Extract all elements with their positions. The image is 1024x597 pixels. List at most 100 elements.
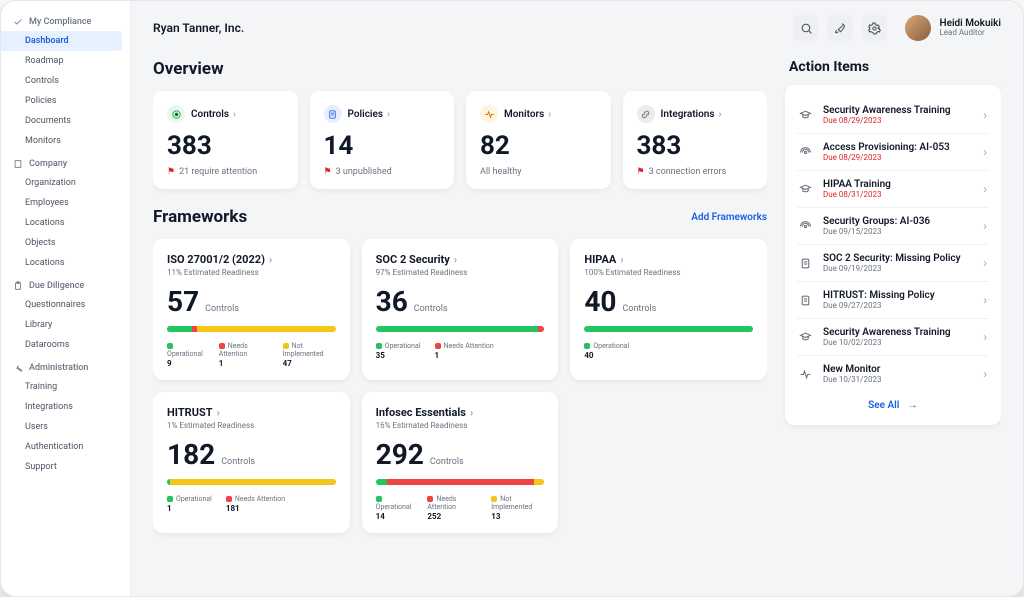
policy-icon: [799, 294, 815, 307]
policy-icon: [799, 257, 815, 270]
chevron-right-icon: ›: [269, 253, 272, 266]
sidebar-item-library[interactable]: Library: [1, 315, 130, 335]
action-item[interactable]: HIPAA Training Due 08/31/2023 ›: [797, 171, 989, 208]
readiness-legend: Operational14Needs Attention252Not Imple…: [376, 495, 545, 521]
flag-icon: ⚑: [167, 167, 175, 177]
chevron-right-icon: ›: [983, 108, 987, 122]
check-icon: [13, 17, 23, 27]
search-button[interactable]: [793, 15, 819, 41]
action-item[interactable]: SOC 2 Security: Missing Policy Due 09/19…: [797, 245, 989, 282]
building-icon: [13, 159, 23, 169]
action-item[interactable]: Security Awareness Training Due 10/02/20…: [797, 319, 989, 356]
chevron-right-icon: ›: [620, 253, 623, 266]
search-icon: [800, 22, 813, 35]
chevron-right-icon: ›: [983, 219, 987, 233]
frameworks-header: Frameworks Add Frameworks: [153, 207, 767, 227]
right-column: Action Items Security Awareness Training…: [785, 53, 1001, 596]
training-icon: [799, 109, 815, 122]
sidebar-group-header: Company: [1, 151, 130, 173]
framework-card[interactable]: SOC 2 Security› 97% Estimated Readiness …: [362, 239, 559, 380]
readiness-legend: Operational9Needs Attention1Not Implemen…: [167, 342, 336, 368]
overview-title: Overview: [153, 59, 767, 79]
chevron-right-icon: ›: [233, 109, 236, 120]
sidebar-item-objects[interactable]: Objects: [1, 233, 130, 253]
overview-card-controls[interactable]: Controls › 383 ⚑ 21 require attention: [153, 91, 298, 189]
framework-card[interactable]: HITRUST› 1% Estimated Readiness 182 Cont…: [153, 392, 350, 533]
readiness-bar: [167, 479, 336, 485]
action-panel: Security Awareness Training Due 08/29/20…: [785, 85, 1001, 425]
sidebar-item-authentication[interactable]: Authentication: [1, 437, 130, 457]
sidebar-item-dashboard[interactable]: Dashboard: [1, 31, 122, 51]
sidebar-item-documents[interactable]: Documents: [1, 111, 130, 131]
gear-icon: [868, 22, 881, 35]
overview-value: 383: [167, 131, 284, 161]
integrations-icon: [637, 105, 655, 123]
activity-button[interactable]: [827, 15, 853, 41]
sidebar-item-locations[interactable]: Locations: [1, 253, 130, 273]
frameworks-grid: ISO 27001/2 (2022)› 11% Estimated Readin…: [153, 239, 767, 533]
policies-icon: [324, 105, 342, 123]
sidebar-item-support[interactable]: Support: [1, 457, 130, 477]
sidebar-item-questionnaires[interactable]: Questionnaires: [1, 295, 130, 315]
sidebar-item-policies[interactable]: Policies: [1, 91, 130, 111]
chevron-right-icon: ›: [983, 367, 987, 381]
chevron-right-icon: ›: [454, 253, 457, 266]
user-menu[interactable]: Heidi Mokuiki Lead Auditor: [905, 15, 1001, 41]
chevron-right-icon: ›: [983, 256, 987, 270]
wrench-icon: [13, 363, 23, 373]
overview-card-monitors[interactable]: Monitors › 82 All healthy: [466, 91, 611, 189]
action-item[interactable]: Security Groups: AI-036 Due 09/15/2023 ›: [797, 208, 989, 245]
sidebar-item-controls[interactable]: Controls: [1, 71, 130, 91]
sidebar-item-training[interactable]: Training: [1, 377, 130, 397]
overview-card-policies[interactable]: Policies › 14 ⚑ 3 unpublished: [310, 91, 455, 189]
overview-value: 14: [324, 131, 441, 161]
avatar: [905, 15, 931, 41]
action-item[interactable]: Security Awareness Training Due 08/29/20…: [797, 97, 989, 134]
training-icon: [799, 183, 815, 196]
sidebar-item-datarooms[interactable]: Datarooms: [1, 335, 130, 355]
readiness-legend: Operational1Needs Attention181: [167, 495, 336, 513]
user-role: Lead Auditor: [939, 29, 1001, 38]
chevron-right-icon: ›: [719, 109, 722, 120]
flag-icon: ⚑: [324, 167, 332, 177]
framework-card[interactable]: Infosec Essentials› 16% Estimated Readin…: [362, 392, 559, 533]
sidebar-item-integrations[interactable]: Integrations: [1, 397, 130, 417]
sidebar-item-employees[interactable]: Employees: [1, 193, 130, 213]
top-actions: Heidi Mokuiki Lead Auditor: [793, 15, 1001, 41]
sidebar-group-header: My Compliance: [1, 9, 130, 31]
chevron-right-icon: ›: [983, 293, 987, 307]
chevron-right-icon: ›: [387, 109, 390, 120]
broadcast-icon: [799, 220, 815, 233]
readiness-bar: [167, 326, 336, 332]
chevron-right-icon: ›: [217, 406, 220, 419]
flag-icon: ⚑: [637, 167, 645, 177]
readiness-bar: [584, 326, 753, 332]
add-frameworks-link[interactable]: Add Frameworks: [691, 212, 767, 223]
sidebar-item-locations[interactable]: Locations: [1, 213, 130, 233]
arrow-right-icon: →: [908, 400, 918, 411]
sidebar-item-organization[interactable]: Organization: [1, 173, 130, 193]
org-name: Ryan Tanner, Inc.: [153, 21, 244, 35]
sidebar-item-roadmap[interactable]: Roadmap: [1, 51, 130, 71]
framework-card[interactable]: HIPAA› 100% Estimated Readiness 40 Contr…: [570, 239, 767, 380]
main: Ryan Tanner, Inc. Heidi Mokuiki Lead Aud…: [131, 1, 1023, 596]
sidebar-group-header: Administration: [1, 355, 130, 377]
action-item[interactable]: HITRUST: Missing Policy Due 09/27/2023 ›: [797, 282, 989, 319]
sidebar-group-header: Due Diligence: [1, 273, 130, 295]
action-item[interactable]: Access Provisioning: AI-053 Due 08/29/20…: [797, 134, 989, 171]
overview-card-integrations[interactable]: Integrations › 383 ⚑ 3 connection errors: [623, 91, 768, 189]
chevron-right-icon: ›: [983, 182, 987, 196]
see-all-link[interactable]: See All →: [797, 392, 989, 413]
framework-card[interactable]: ISO 27001/2 (2022)› 11% Estimated Readin…: [153, 239, 350, 380]
action-item[interactable]: New Monitor Due 10/31/2023 ›: [797, 356, 989, 392]
rocket-icon: [834, 22, 847, 35]
readiness-bar: [376, 326, 545, 332]
topbar: Ryan Tanner, Inc. Heidi Mokuiki Lead Aud…: [153, 15, 1001, 53]
sidebar-item-users[interactable]: Users: [1, 417, 130, 437]
clipboard-icon: [13, 281, 23, 291]
sidebar-item-monitors[interactable]: Monitors: [1, 131, 130, 151]
settings-button[interactable]: [861, 15, 887, 41]
chevron-right-icon: ›: [983, 145, 987, 159]
chevron-right-icon: ›: [983, 330, 987, 344]
app-frame: My ComplianceDashboardRoadmapControlsPol…: [0, 0, 1024, 597]
